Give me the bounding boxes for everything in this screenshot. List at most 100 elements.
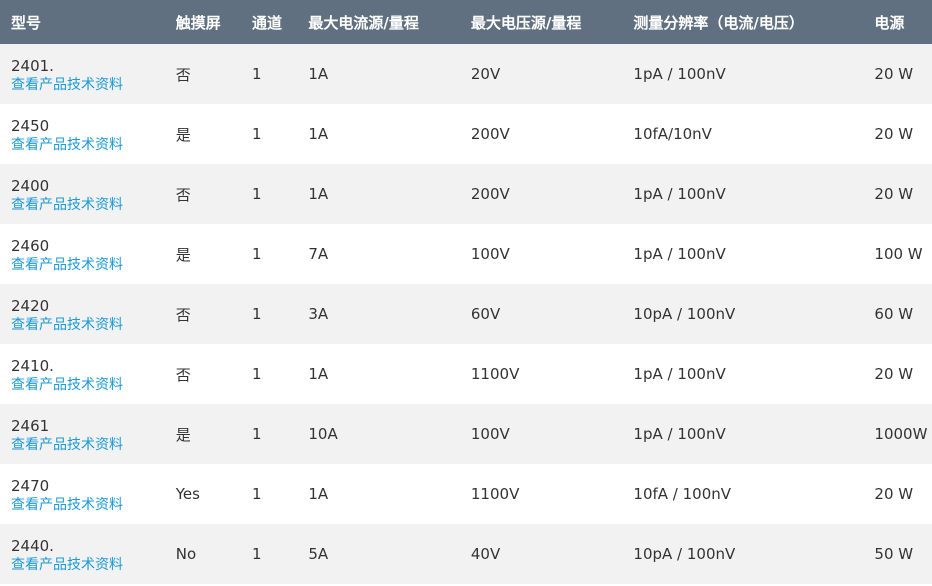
- max-current-cell: 7A: [308, 245, 329, 263]
- max-voltage-cell: 100V: [470, 425, 510, 443]
- channels-cell: 1: [252, 365, 262, 383]
- resolution-cell: 1pA / 100nV: [633, 245, 726, 263]
- power-cell: 20 W: [874, 485, 914, 503]
- max-current-cell: 5A: [308, 545, 329, 563]
- datasheet-link[interactable]: 查看产品技术资料: [11, 76, 165, 95]
- power-cell: 20 W: [874, 365, 914, 383]
- datasheet-link[interactable]: 查看产品技术资料: [11, 376, 165, 395]
- model-name: 2450: [11, 116, 50, 135]
- channels-cell: 1: [252, 305, 262, 323]
- table-row: 2450 查看产品技术资料 是 1 1A 200V 10fA/10nV 20 W: [0, 104, 932, 164]
- max-voltage-cell: 20V: [470, 65, 501, 83]
- touchscreen-cell: 否: [175, 365, 191, 384]
- power-cell: 20 W: [874, 185, 914, 203]
- datasheet-link[interactable]: 查看产品技术资料: [11, 496, 165, 515]
- model-cell: 2470 查看产品技术资料: [0, 464, 165, 524]
- resolution-cell: 10fA / 100nV: [633, 485, 732, 503]
- max-current-cell: 1A: [308, 65, 329, 83]
- max-voltage-cell: 1100V: [470, 485, 520, 503]
- datasheet-link[interactable]: 查看产品技术资料: [11, 256, 165, 275]
- datasheet-link[interactable]: 查看产品技术资料: [11, 316, 165, 335]
- table-row: 2470 查看产品技术资料 Yes 1 1A 1100V 10fA / 100n…: [0, 464, 932, 524]
- resolution-cell: 10pA / 100nV: [633, 305, 736, 323]
- max-voltage-cell: 1100V: [470, 365, 520, 383]
- model-name: 2470: [11, 476, 50, 495]
- table-header: 型号 触摸屏 通道 最大电流源/量程 最大电压源/量程 测量分辨率（电流/电压）…: [0, 0, 932, 44]
- table-row: 2400 查看产品技术资料 否 1 1A 200V 1pA / 100nV 20…: [0, 164, 932, 224]
- model-cell: 2410. 查看产品技术资料: [0, 344, 165, 404]
- max-current-cell: 1A: [308, 365, 329, 383]
- table-row: 2460 查看产品技术资料 是 1 7A 100V 1pA / 100nV 10…: [0, 224, 932, 284]
- datasheet-link[interactable]: 查看产品技术资料: [11, 136, 165, 155]
- model-cell: 2450 查看产品技术资料: [0, 104, 165, 164]
- model-cell: 2400 查看产品技术资料: [0, 164, 165, 224]
- touchscreen-cell: 否: [175, 185, 191, 204]
- header-resolution: 测量分辨率（电流/电压）: [633, 13, 804, 32]
- datasheet-link[interactable]: 查看产品技术资料: [11, 436, 165, 455]
- table-body: 2401. 查看产品技术资料 否 1 1A 20V 1pA / 100nV 20…: [0, 44, 932, 584]
- touchscreen-cell: No: [175, 545, 197, 563]
- power-cell: 20 W: [874, 65, 914, 83]
- model-cell: 2401. 查看产品技术资料: [0, 44, 165, 104]
- max-current-cell: 10A: [308, 425, 338, 443]
- header-channels: 通道: [252, 13, 283, 32]
- resolution-cell: 1pA / 100nV: [633, 185, 726, 203]
- datasheet-link[interactable]: 查看产品技术资料: [11, 196, 165, 215]
- header-model: 型号: [11, 13, 42, 32]
- model-name: 2400: [11, 176, 50, 195]
- model-name: 2460: [11, 236, 50, 255]
- max-voltage-cell: 200V: [470, 125, 510, 143]
- channels-cell: 1: [252, 65, 262, 83]
- model-name: 2401.: [11, 56, 54, 75]
- header-power: 电源: [874, 13, 905, 32]
- max-current-cell: 3A: [308, 305, 329, 323]
- header-max-voltage: 最大电压源/量程: [470, 13, 582, 32]
- max-voltage-cell: 100V: [470, 245, 510, 263]
- table-row: 2401. 查看产品技术资料 否 1 1A 20V 1pA / 100nV 20…: [0, 44, 932, 104]
- resolution-cell: 1pA / 100nV: [633, 365, 726, 383]
- touchscreen-cell: 是: [175, 425, 191, 444]
- touchscreen-cell: 是: [175, 245, 191, 264]
- model-cell: 2461 查看产品技术资料: [0, 404, 165, 464]
- datasheet-link[interactable]: 查看产品技术资料: [11, 556, 165, 575]
- max-voltage-cell: 40V: [470, 545, 501, 563]
- channels-cell: 1: [252, 425, 262, 443]
- model-cell: 2420 查看产品技术资料: [0, 284, 165, 344]
- power-cell: 1000W: [874, 425, 928, 443]
- resolution-cell: 10pA / 100nV: [633, 545, 736, 563]
- max-current-cell: 1A: [308, 485, 329, 503]
- power-cell: 50 W: [874, 545, 914, 563]
- model-name: 2420: [11, 296, 50, 315]
- power-cell: 60 W: [874, 305, 914, 323]
- model-name: 2461: [11, 416, 50, 435]
- table-row: 2461 查看产品技术资料 是 1 10A 100V 1pA / 100nV 1…: [0, 404, 932, 464]
- table-row: 2440. 查看产品技术资料 No 1 5A 40V 10pA / 100nV …: [0, 524, 932, 584]
- power-cell: 100 W: [874, 245, 923, 263]
- touchscreen-cell: 是: [175, 125, 191, 144]
- max-voltage-cell: 200V: [470, 185, 510, 203]
- max-current-cell: 1A: [308, 185, 329, 203]
- header-touchscreen: 触摸屏: [175, 13, 221, 32]
- resolution-cell: 1pA / 100nV: [633, 65, 726, 83]
- model-name: 2440.: [11, 536, 54, 555]
- header-row: 型号 触摸屏 通道 最大电流源/量程 最大电压源/量程 测量分辨率（电流/电压）…: [0, 0, 932, 44]
- channels-cell: 1: [252, 485, 262, 503]
- power-cell: 20 W: [874, 125, 914, 143]
- table-row: 2410. 查看产品技术资料 否 1 1A 1100V 1pA / 100nV …: [0, 344, 932, 404]
- touchscreen-cell: 否: [175, 65, 191, 84]
- table-row: 2420 查看产品技术资料 否 1 3A 60V 10pA / 100nV 60…: [0, 284, 932, 344]
- channels-cell: 1: [252, 185, 262, 203]
- model-cell: 2440. 查看产品技术资料: [0, 524, 165, 584]
- touchscreen-cell: Yes: [175, 485, 200, 503]
- channels-cell: 1: [252, 545, 262, 563]
- model-cell: 2460 查看产品技术资料: [0, 224, 165, 284]
- max-current-cell: 1A: [308, 125, 329, 143]
- channels-cell: 1: [252, 125, 262, 143]
- product-comparison-table: 型号 触摸屏 通道 最大电流源/量程 最大电压源/量程 测量分辨率（电流/电压）…: [0, 0, 932, 584]
- touchscreen-cell: 否: [175, 305, 191, 324]
- model-name: 2410.: [11, 356, 54, 375]
- header-max-current: 最大电流源/量程: [308, 13, 419, 32]
- max-voltage-cell: 60V: [470, 305, 501, 323]
- resolution-cell: 10fA/10nV: [633, 125, 712, 143]
- channels-cell: 1: [252, 245, 262, 263]
